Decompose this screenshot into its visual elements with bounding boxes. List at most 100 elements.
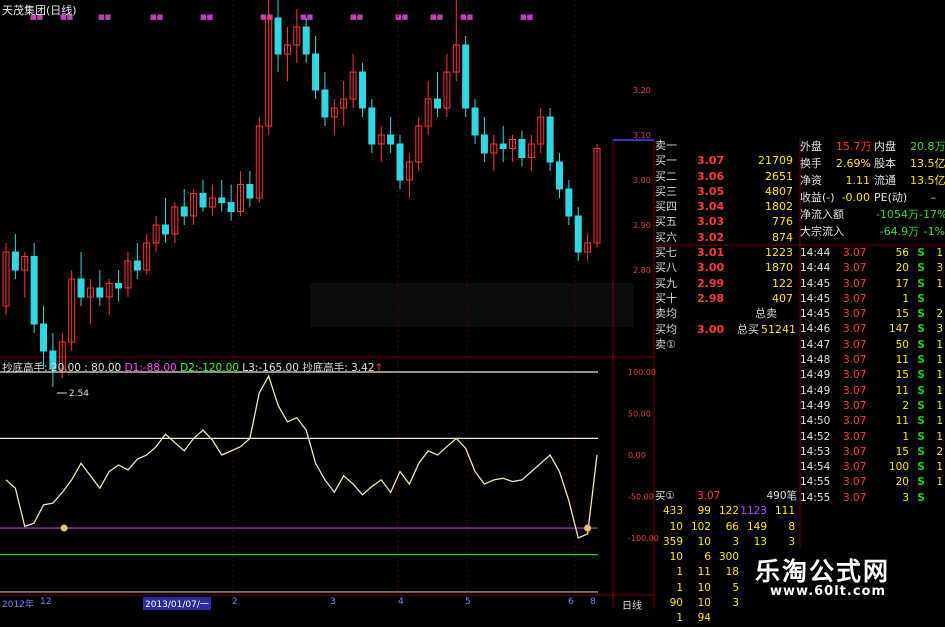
queue-cell: 66	[725, 520, 739, 533]
bid-volume: 776	[772, 215, 793, 229]
bid-volume: 407	[772, 291, 793, 305]
bid-volume: 1223	[765, 246, 793, 260]
tick-volume: 11	[895, 354, 909, 367]
tick-count: 1	[936, 338, 943, 351]
queue-cell: 90	[669, 597, 683, 610]
stat-row: 外盘 15.7万 内盘 20.8万	[800, 138, 945, 155]
stat-cell: 13.5亿	[910, 157, 945, 170]
price-tick-label: 3.20	[633, 86, 651, 95]
tick-side: S	[917, 323, 925, 336]
stat-cell: -17%	[919, 208, 945, 221]
tick-price: 3.07	[843, 354, 867, 367]
chart-title: 天茂集团(日线)	[2, 4, 77, 17]
candle-body	[227, 202, 235, 212]
tick-side: S	[917, 384, 925, 397]
tick-volume: 50	[895, 338, 909, 351]
queue-cell: 359	[662, 535, 683, 548]
tick-row: 14:49 3.07 15 S 1	[800, 368, 945, 383]
tick-price: 3.07	[843, 491, 867, 504]
date-tick-label: 4	[398, 597, 404, 607]
queue-cell	[767, 611, 795, 626]
queue-cell: 8	[788, 520, 795, 533]
tick-row: 14:55 3.07 3 S	[800, 491, 945, 506]
tick-volume: 15	[895, 308, 909, 321]
queue-cell: 433	[662, 505, 683, 518]
tick-count: 2	[936, 308, 943, 321]
date-tick-label: 2012年	[2, 600, 34, 610]
candle-body	[312, 53, 320, 91]
bid-label: 买九	[655, 276, 677, 290]
bid-row: 买十 2.98 407	[655, 291, 805, 306]
bid-volume: 874	[772, 230, 793, 244]
price-tick-label: 3.10	[633, 131, 651, 140]
price-tick-label: 2.80	[633, 266, 651, 275]
tick-side: S	[917, 430, 925, 443]
stat-cell: 大宗流入	[800, 225, 844, 238]
tick-side: S	[917, 338, 925, 351]
tick-volume: 3	[902, 491, 909, 504]
tick-price: 3.07	[843, 476, 867, 489]
tick-price: 3.07	[843, 262, 867, 275]
tick-volume: 1	[902, 292, 909, 305]
bid-row: 买五 3.03 776	[655, 214, 805, 229]
tick-price: 3.07	[843, 292, 867, 305]
queue-cell: 122	[718, 505, 739, 518]
tick-row: 14:50 3.07 11 S 1	[800, 414, 945, 429]
stat-cell: 流通	[874, 174, 896, 187]
tick-price: 3.07	[843, 369, 867, 382]
stat-cell: 净流入额	[800, 208, 844, 221]
tick-row: 14:55 3.07 20 S 1	[800, 475, 945, 490]
bid-price: 2.99	[697, 276, 725, 290]
queue-row: 359 10 3 13 3	[655, 535, 800, 550]
tick-side: S	[917, 262, 925, 275]
signal-dot	[60, 524, 68, 532]
tick-time: 14:53	[800, 445, 831, 458]
tick-time: 14:49	[800, 384, 831, 397]
bid-volume: 122	[772, 276, 793, 290]
bid-row: 买七 3.01 1223	[655, 245, 805, 260]
tick-volume: 11	[895, 384, 909, 397]
tick-time: 14:48	[800, 354, 831, 367]
stat-row: 净流入额 -1054万 -17%	[800, 206, 945, 223]
stat-cell: 13.5亿	[910, 174, 945, 187]
tick-time: 14:54	[800, 461, 831, 474]
queue-row: 1 94	[655, 611, 800, 626]
queue-cell: 5	[732, 581, 739, 594]
date-tick-label: 8	[590, 597, 596, 607]
sell-row: 卖一	[655, 139, 677, 152]
queue-row: 10 102 66 149 8	[655, 520, 800, 535]
bid-volume: 21709	[758, 154, 793, 168]
tick-volume: 15	[895, 445, 909, 458]
date-tick-label: 3	[330, 597, 336, 607]
indicator-panel: 100.0050.000.00-50.00-100.00	[0, 368, 659, 593]
candle-body	[77, 278, 85, 298]
queue-cell: 10	[697, 597, 711, 610]
bid-price: 3.00	[697, 261, 725, 275]
candle-body	[518, 139, 526, 158]
tick-count: 1	[936, 415, 943, 428]
queue-cell	[739, 611, 767, 626]
tick-count: 1	[936, 399, 943, 412]
bid-row: 买一 3.07 21709	[655, 153, 805, 168]
bid-price: 3.04	[697, 200, 725, 214]
candle-body	[396, 143, 404, 181]
bid-label: 买十	[655, 291, 677, 305]
stat-cell: 2.69%	[836, 157, 871, 170]
stat-cell: 内盘	[874, 140, 896, 153]
stat-cell: -1%	[923, 225, 945, 238]
queue-cell: 149	[746, 520, 767, 533]
stat-cell: 外盘	[800, 140, 822, 153]
sell-avg-row: 卖均 总卖	[655, 307, 777, 321]
tick-count: 1	[936, 354, 943, 367]
tick-row: 14:52 3.07 1 S 1	[800, 430, 945, 445]
tick-side: S	[917, 369, 925, 382]
tick-price: 3.07	[843, 277, 867, 290]
tick-price: 3.07	[843, 445, 867, 458]
candle-body	[96, 287, 104, 298]
queue-cell: 10	[669, 520, 683, 533]
bid-price: 3.07	[697, 154, 725, 168]
stat-cell: 收益(-)	[800, 191, 835, 204]
queue-row: 433 99 122 1123 111	[655, 504, 800, 519]
candle-body	[302, 26, 310, 55]
tick-volume: 20	[895, 476, 909, 489]
